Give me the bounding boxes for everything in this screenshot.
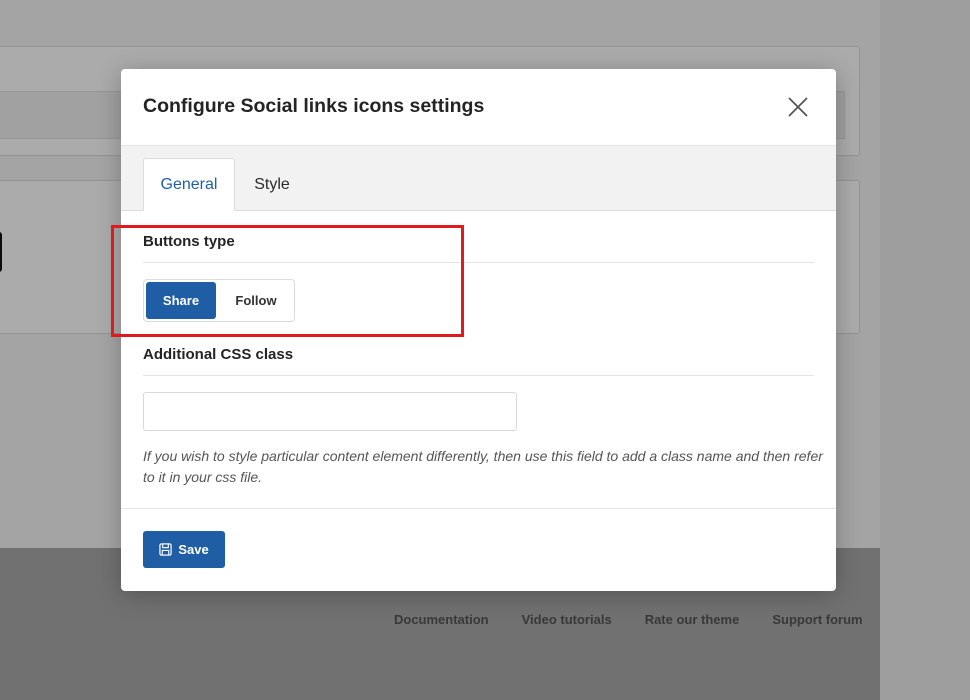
share-option-button[interactable]: Share: [146, 282, 216, 319]
divider: [143, 375, 814, 376]
css-class-label: Additional CSS class: [143, 346, 294, 363]
modal-footer: Save: [121, 508, 836, 592]
tab-style[interactable]: Style: [239, 158, 305, 211]
buttons-type-label: Buttons type: [143, 233, 235, 250]
close-icon: [788, 97, 808, 117]
tabs-bar: General Style: [121, 146, 836, 211]
modal-title: Configure Social links icons settings: [143, 95, 485, 117]
close-button[interactable]: [786, 95, 810, 119]
save-button[interactable]: Save: [143, 531, 225, 568]
tab-general[interactable]: General: [143, 158, 235, 211]
css-class-help-text: If you wish to style particular content …: [143, 448, 823, 485]
modal-header: Configure Social links icons settings: [121, 69, 836, 146]
divider: [143, 262, 814, 263]
buttons-type-toggle: Share Follow: [143, 279, 295, 322]
settings-modal: Configure Social links icons settings Ge…: [121, 69, 836, 591]
save-icon: [159, 543, 172, 556]
follow-option-button[interactable]: Follow: [220, 282, 292, 319]
save-button-label: Save: [178, 542, 209, 557]
css-class-input[interactable]: [143, 392, 517, 431]
